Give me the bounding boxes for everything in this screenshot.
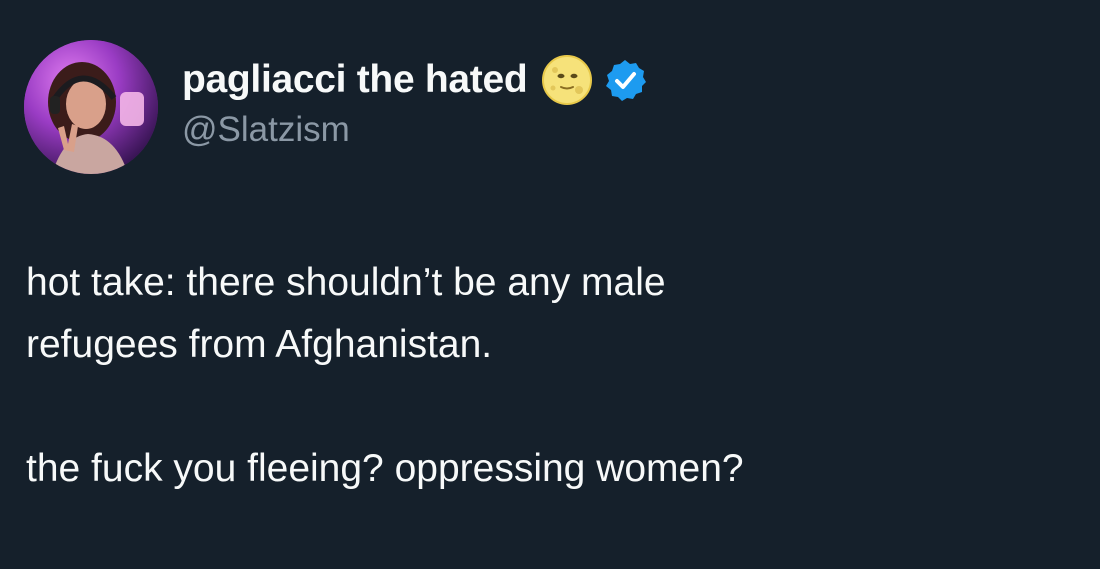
tweet-text: hot take: there shouldn’t be any male re… <box>26 252 1076 500</box>
verified-badge-icon <box>603 58 647 102</box>
avatar[interactable] <box>24 40 158 174</box>
tweet-paragraph: the fuck you fleeing? oppressing women? <box>26 447 744 490</box>
tweet-paragraph: hot take: there shouldn’t be any male re… <box>26 261 666 366</box>
tweet-card: pagliacci the hated @Slatzism hot take: … <box>0 0 1100 569</box>
display-name[interactable]: pagliacci the hated <box>182 58 528 102</box>
name-row: pagliacci the hated <box>182 54 647 106</box>
moon-face-icon <box>541 54 593 106</box>
avatar-photo <box>24 40 158 174</box>
user-handle[interactable]: @Slatzism <box>182 110 647 150</box>
tweet-header: pagliacci the hated @Slatzism <box>182 54 647 150</box>
